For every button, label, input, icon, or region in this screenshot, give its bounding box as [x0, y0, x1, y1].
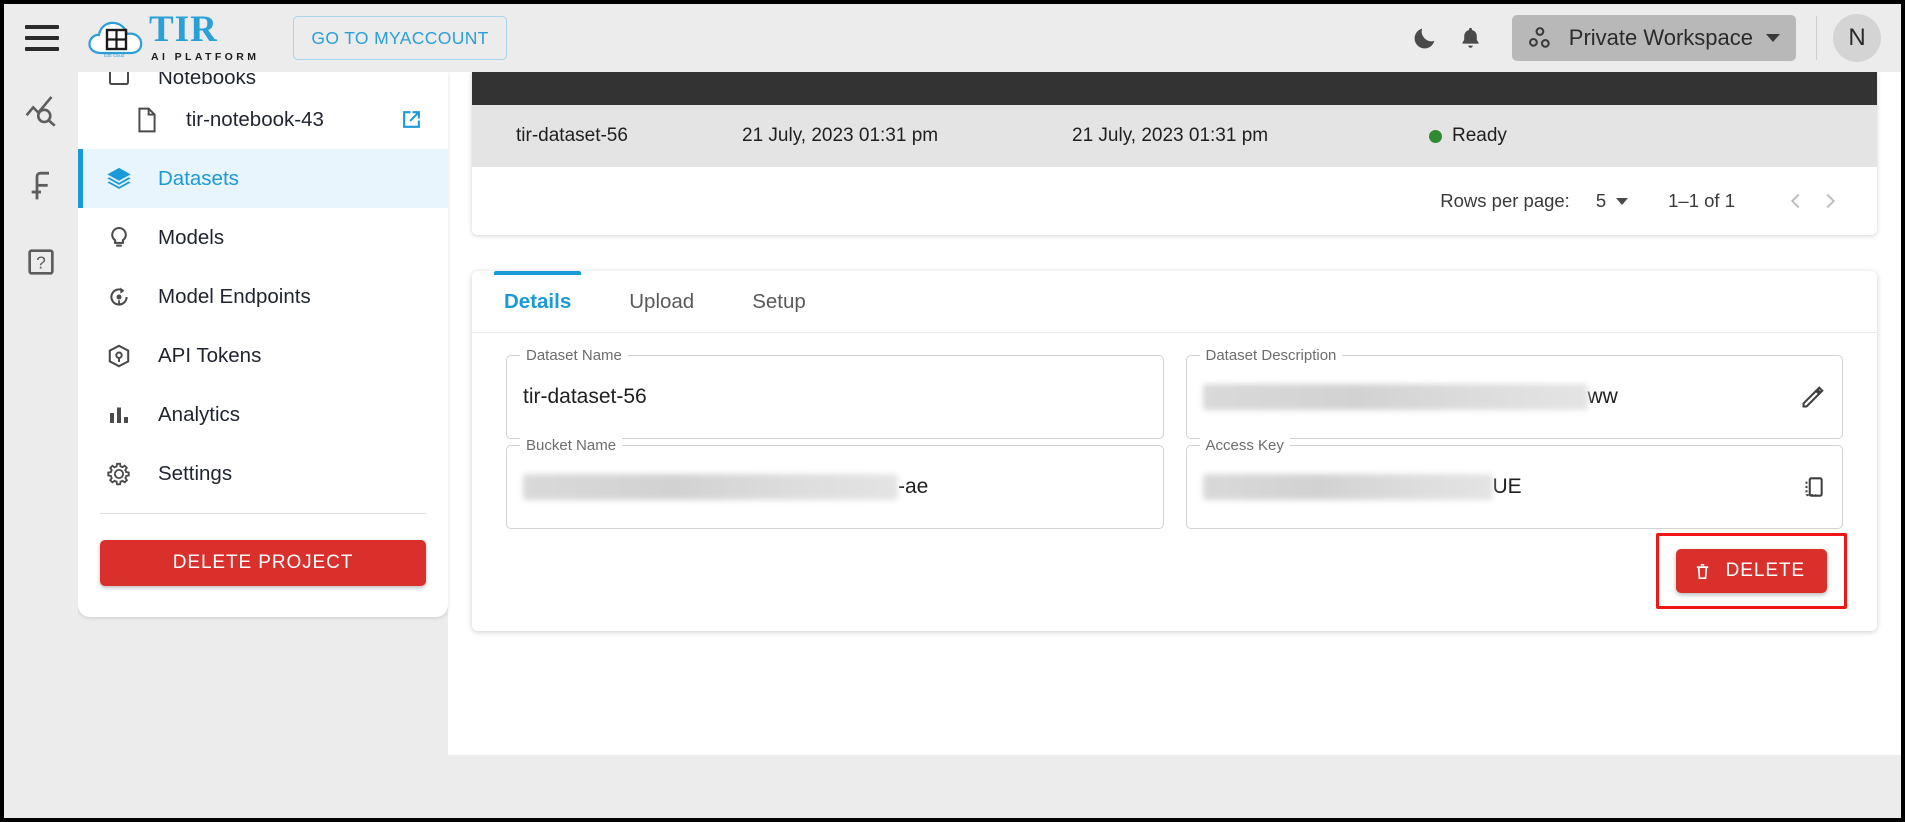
- delete-highlight-annotation: DELETE: [1655, 533, 1847, 609]
- cell-updated-at: 21 July, 2023 01:31 pm: [1072, 125, 1269, 146]
- details-form: Dataset Name tir-dataset-56 Dataset Desc…: [472, 333, 1877, 529]
- bell-icon: [1462, 27, 1479, 48]
- chart-search-icon[interactable]: [21, 90, 61, 130]
- chevron-down-icon: [1766, 34, 1780, 42]
- project-sidebar: Notebooks tir-notebook-43 Datasets Model…: [78, 72, 448, 617]
- status-badge: Ready: [1407, 125, 1877, 147]
- sidebar-item-notebooks[interactable]: Notebooks: [78, 72, 448, 90]
- top-app-bar: E2E Cloud TIR AI PLATFORM GO TO MYACCOUN…: [4, 4, 1901, 72]
- sidebar-item-settings[interactable]: Settings: [78, 444, 448, 503]
- redacted-access-key-text: [1202, 474, 1493, 500]
- tab-details[interactable]: Details: [494, 271, 582, 332]
- moon-icon: [1414, 28, 1435, 49]
- notifications-button[interactable]: [1448, 15, 1494, 61]
- endpoint-refresh-icon: [102, 284, 136, 310]
- go-to-myaccount-button[interactable]: GO TO MYACCOUNT: [293, 16, 507, 60]
- chevron-left-icon[interactable]: [1779, 184, 1813, 218]
- app-window: E2E Cloud TIR AI PLATFORM GO TO MYACCOUN…: [0, 0, 1905, 822]
- sidebar-item-api-tokens[interactable]: API Tokens: [78, 326, 448, 385]
- lightbulb-icon: [102, 225, 136, 251]
- rows-per-page-label: Rows per page:: [1440, 190, 1570, 211]
- header-divider: [1816, 16, 1817, 60]
- workspace-label: Private Workspace: [1568, 25, 1753, 50]
- delete-project-button[interactable]: DELETE PROJECT: [100, 540, 426, 586]
- sidebar-item-label: Datasets: [158, 166, 239, 190]
- brand-title: TIR: [149, 9, 218, 50]
- bucket-name-field[interactable]: Bucket Name -ae: [506, 437, 1164, 529]
- sidebar-item-label: API Tokens: [158, 343, 262, 367]
- sidebar-item-datasets[interactable]: Datasets: [78, 149, 448, 208]
- brand-logo: E2E Cloud TIR AI PLATFORM: [85, 9, 260, 63]
- cube-token-icon: [102, 343, 136, 369]
- workspace-selector[interactable]: Private Workspace: [1511, 15, 1796, 61]
- layers-icon: [102, 165, 136, 193]
- details-tabs: Details Upload Setup: [472, 271, 1877, 333]
- rows-per-page-value: 5: [1595, 190, 1607, 211]
- bucket-name-value: -ae: [898, 475, 929, 498]
- sidebar-item-label: Settings: [158, 461, 233, 485]
- cell-dataset-name: tir-dataset-56: [516, 125, 628, 146]
- sidebar-item-model-endpoints[interactable]: Model Endpoints: [78, 267, 448, 326]
- chevron-down-icon: [1616, 197, 1629, 205]
- dataset-details-card: Details Upload Setup Dataset Name tir-da…: [472, 271, 1877, 631]
- tab-setup[interactable]: Setup: [742, 271, 816, 332]
- dataset-description-label: Dataset Description: [1199, 347, 1343, 364]
- edit-pencil-icon[interactable]: [1799, 384, 1826, 411]
- notebook-icon: [102, 72, 136, 90]
- pagination-range: 1–1 of 1: [1668, 190, 1735, 211]
- sidebar-item-models[interactable]: Models: [78, 208, 448, 267]
- cloud-logo-icon: E2E Cloud: [85, 13, 149, 61]
- dataset-description-field[interactable]: Dataset Description ww: [1185, 347, 1843, 439]
- datasets-table-card: tir-dataset-56 21 July, 2023 01:31 pm 21…: [472, 72, 1877, 235]
- help-question-icon[interactable]: ?: [21, 242, 61, 282]
- delete-dataset-button[interactable]: DELETE: [1675, 549, 1827, 593]
- chevron-right-icon[interactable]: [1813, 184, 1847, 218]
- rows-per-page-select[interactable]: 5: [1595, 190, 1629, 212]
- bucket-name-label: Bucket Name: [520, 437, 623, 454]
- svg-text:E2E Cloud: E2E Cloud: [104, 53, 125, 58]
- user-avatar[interactable]: N: [1833, 14, 1881, 62]
- function-icon[interactable]: [21, 166, 61, 206]
- cell-created-at: 21 July, 2023 01:31 pm: [742, 125, 939, 146]
- table-pagination: Rows per page: 5 1–1 of 1: [472, 167, 1877, 235]
- main-content: tir-dataset-56 21 July, 2023 01:31 pm 21…: [448, 72, 1901, 755]
- datasets-table-header: [472, 72, 1877, 105]
- copy-icon[interactable]: [1800, 474, 1826, 500]
- table-row[interactable]: tir-dataset-56 21 July, 2023 01:31 pm 21…: [472, 105, 1877, 167]
- dataset-name-value: tir-dataset-56: [523, 385, 647, 408]
- access-key-value: UE: [1492, 475, 1522, 498]
- redacted-bucket-text: [523, 474, 898, 500]
- sidebar-item-label: Notebooks: [158, 72, 257, 89]
- dark-mode-toggle[interactable]: [1402, 15, 1448, 61]
- sidebar-item-label: tir-notebook-43: [186, 107, 324, 131]
- access-key-label: Access Key: [1199, 437, 1290, 454]
- sidebar-item-label: Model Endpoints: [158, 284, 311, 308]
- dataset-name-label: Dataset Name: [520, 347, 628, 364]
- redacted-description-text: [1202, 384, 1588, 410]
- bar-chart-icon: [102, 403, 136, 427]
- trash-icon: [1696, 563, 1708, 579]
- brand-subtitle: AI PLATFORM: [151, 51, 260, 63]
- status-dot-icon: [1429, 129, 1442, 143]
- svg-text:?: ?: [36, 253, 46, 273]
- details-actions: DELETE: [1655, 533, 1877, 631]
- file-icon: [130, 107, 164, 133]
- delete-button-label: DELETE: [1725, 560, 1805, 581]
- tab-upload[interactable]: Upload: [619, 271, 704, 332]
- sidebar-item-tir-notebook-43[interactable]: tir-notebook-43: [78, 90, 448, 149]
- external-link-icon[interactable]: [401, 109, 422, 130]
- sidebar-item-label: Models: [158, 225, 225, 249]
- access-key-field[interactable]: Access Key UE: [1185, 437, 1843, 529]
- dataset-name-field[interactable]: Dataset Name tir-dataset-56: [506, 347, 1164, 439]
- sidebar-item-analytics[interactable]: Analytics: [78, 385, 448, 444]
- sidebar-item-label: Analytics: [158, 402, 241, 426]
- gear-icon: [102, 461, 136, 487]
- dataset-description-value: ww: [1587, 385, 1618, 408]
- workspace-nodes-icon: [1528, 27, 1550, 48]
- hamburger-menu-icon[interactable]: [25, 25, 59, 51]
- left-icon-rail: ?: [4, 72, 78, 755]
- status-label: Ready: [1452, 125, 1507, 146]
